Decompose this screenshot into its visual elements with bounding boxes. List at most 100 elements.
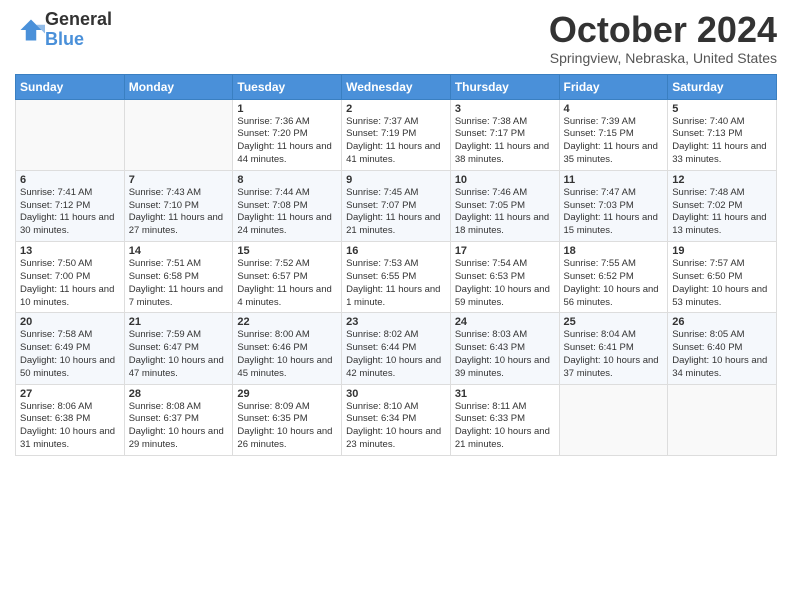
day-number: 9 <box>346 174 446 186</box>
th-thursday: Thursday <box>450 74 559 99</box>
day-number: 16 <box>346 245 446 257</box>
day-number: 15 <box>237 245 337 257</box>
day-info: Sunrise: 8:05 AMSunset: 6:40 PMDaylight:… <box>672 329 772 380</box>
calendar-day-cell: 28 Sunrise: 8:08 AMSunset: 6:37 PMDaylig… <box>124 384 233 455</box>
day-info: Sunrise: 7:57 AMSunset: 6:50 PMDaylight:… <box>672 258 772 309</box>
calendar-day-cell: 22 Sunrise: 8:00 AMSunset: 6:46 PMDaylig… <box>233 313 342 384</box>
day-info: Sunrise: 7:40 AMSunset: 7:13 PMDaylight:… <box>672 116 772 167</box>
calendar-day-cell: 27 Sunrise: 8:06 AMSunset: 6:38 PMDaylig… <box>16 384 125 455</box>
th-monday: Monday <box>124 74 233 99</box>
day-number: 25 <box>564 316 664 328</box>
calendar-day-cell <box>559 384 668 455</box>
calendar-day-cell: 29 Sunrise: 8:09 AMSunset: 6:35 PMDaylig… <box>233 384 342 455</box>
day-info: Sunrise: 8:03 AMSunset: 6:43 PMDaylight:… <box>455 329 555 380</box>
day-number: 19 <box>672 245 772 257</box>
day-info: Sunrise: 7:45 AMSunset: 7:07 PMDaylight:… <box>346 187 446 238</box>
th-wednesday: Wednesday <box>342 74 451 99</box>
calendar-day-cell <box>16 99 125 170</box>
calendar-week-row: 27 Sunrise: 8:06 AMSunset: 6:38 PMDaylig… <box>16 384 777 455</box>
header: General Blue October 2024 Springview, Ne… <box>15 10 777 66</box>
calendar-day-cell: 16 Sunrise: 7:53 AMSunset: 6:55 PMDaylig… <box>342 242 451 313</box>
month-title: October 2024 <box>549 10 777 50</box>
day-number: 28 <box>129 388 229 400</box>
day-info: Sunrise: 8:09 AMSunset: 6:35 PMDaylight:… <box>237 401 337 452</box>
calendar-day-cell: 12 Sunrise: 7:48 AMSunset: 7:02 PMDaylig… <box>668 170 777 241</box>
day-info: Sunrise: 8:08 AMSunset: 6:37 PMDaylight:… <box>129 401 229 452</box>
day-info: Sunrise: 8:10 AMSunset: 6:34 PMDaylight:… <box>346 401 446 452</box>
calendar-day-cell: 23 Sunrise: 8:02 AMSunset: 6:44 PMDaylig… <box>342 313 451 384</box>
day-info: Sunrise: 7:53 AMSunset: 6:55 PMDaylight:… <box>346 258 446 309</box>
day-info: Sunrise: 7:55 AMSunset: 6:52 PMDaylight:… <box>564 258 664 309</box>
logo-general-text: General <box>45 9 112 29</box>
day-number: 11 <box>564 174 664 186</box>
day-number: 24 <box>455 316 555 328</box>
calendar-week-row: 20 Sunrise: 7:58 AMSunset: 6:49 PMDaylig… <box>16 313 777 384</box>
day-info: Sunrise: 8:06 AMSunset: 6:38 PMDaylight:… <box>20 401 120 452</box>
logo-icon <box>17 16 45 44</box>
calendar-day-cell: 18 Sunrise: 7:55 AMSunset: 6:52 PMDaylig… <box>559 242 668 313</box>
day-number: 13 <box>20 245 120 257</box>
day-info: Sunrise: 7:48 AMSunset: 7:02 PMDaylight:… <box>672 187 772 238</box>
calendar-day-cell: 31 Sunrise: 8:11 AMSunset: 6:33 PMDaylig… <box>450 384 559 455</box>
day-number: 27 <box>20 388 120 400</box>
day-number: 14 <box>129 245 229 257</box>
calendar-day-cell: 5 Sunrise: 7:40 AMSunset: 7:13 PMDayligh… <box>668 99 777 170</box>
calendar-header: Sunday Monday Tuesday Wednesday Thursday… <box>16 74 777 99</box>
logo: General Blue <box>15 10 112 50</box>
calendar-day-cell: 13 Sunrise: 7:50 AMSunset: 7:00 PMDaylig… <box>16 242 125 313</box>
calendar-day-cell: 3 Sunrise: 7:38 AMSunset: 7:17 PMDayligh… <box>450 99 559 170</box>
day-number: 30 <box>346 388 446 400</box>
calendar-table: Sunday Monday Tuesday Wednesday Thursday… <box>15 74 777 456</box>
day-number: 3 <box>455 103 555 115</box>
location: Springview, Nebraska, United States <box>549 50 777 66</box>
day-number: 18 <box>564 245 664 257</box>
logo-blue-text: Blue <box>45 29 84 49</box>
th-friday: Friday <box>559 74 668 99</box>
th-sunday: Sunday <box>16 74 125 99</box>
calendar-week-row: 1 Sunrise: 7:36 AMSunset: 7:20 PMDayligh… <box>16 99 777 170</box>
day-number: 8 <box>237 174 337 186</box>
calendar-day-cell: 11 Sunrise: 7:47 AMSunset: 7:03 PMDaylig… <box>559 170 668 241</box>
day-info: Sunrise: 7:36 AMSunset: 7:20 PMDaylight:… <box>237 116 337 167</box>
calendar-day-cell: 14 Sunrise: 7:51 AMSunset: 6:58 PMDaylig… <box>124 242 233 313</box>
day-number: 2 <box>346 103 446 115</box>
calendar-day-cell <box>124 99 233 170</box>
day-info: Sunrise: 7:50 AMSunset: 7:00 PMDaylight:… <box>20 258 120 309</box>
day-number: 31 <box>455 388 555 400</box>
day-info: Sunrise: 7:41 AMSunset: 7:12 PMDaylight:… <box>20 187 120 238</box>
day-info: Sunrise: 7:39 AMSunset: 7:15 PMDaylight:… <box>564 116 664 167</box>
day-info: Sunrise: 7:43 AMSunset: 7:10 PMDaylight:… <box>129 187 229 238</box>
calendar-week-row: 6 Sunrise: 7:41 AMSunset: 7:12 PMDayligh… <box>16 170 777 241</box>
day-number: 5 <box>672 103 772 115</box>
calendar-week-row: 13 Sunrise: 7:50 AMSunset: 7:00 PMDaylig… <box>16 242 777 313</box>
day-info: Sunrise: 8:04 AMSunset: 6:41 PMDaylight:… <box>564 329 664 380</box>
day-info: Sunrise: 7:38 AMSunset: 7:17 PMDaylight:… <box>455 116 555 167</box>
day-info: Sunrise: 7:59 AMSunset: 6:47 PMDaylight:… <box>129 329 229 380</box>
calendar-day-cell <box>668 384 777 455</box>
calendar-day-cell: 9 Sunrise: 7:45 AMSunset: 7:07 PMDayligh… <box>342 170 451 241</box>
page: General Blue October 2024 Springview, Ne… <box>0 0 792 612</box>
day-info: Sunrise: 7:58 AMSunset: 6:49 PMDaylight:… <box>20 329 120 380</box>
th-saturday: Saturday <box>668 74 777 99</box>
day-info: Sunrise: 7:44 AMSunset: 7:08 PMDaylight:… <box>237 187 337 238</box>
calendar-day-cell: 20 Sunrise: 7:58 AMSunset: 6:49 PMDaylig… <box>16 313 125 384</box>
day-header-row: Sunday Monday Tuesday Wednesday Thursday… <box>16 74 777 99</box>
calendar-day-cell: 24 Sunrise: 8:03 AMSunset: 6:43 PMDaylig… <box>450 313 559 384</box>
day-info: Sunrise: 7:37 AMSunset: 7:19 PMDaylight:… <box>346 116 446 167</box>
day-number: 7 <box>129 174 229 186</box>
day-info: Sunrise: 8:11 AMSunset: 6:33 PMDaylight:… <box>455 401 555 452</box>
day-number: 21 <box>129 316 229 328</box>
calendar-day-cell: 21 Sunrise: 7:59 AMSunset: 6:47 PMDaylig… <box>124 313 233 384</box>
day-info: Sunrise: 8:02 AMSunset: 6:44 PMDaylight:… <box>346 329 446 380</box>
day-number: 6 <box>20 174 120 186</box>
calendar-day-cell: 25 Sunrise: 8:04 AMSunset: 6:41 PMDaylig… <box>559 313 668 384</box>
calendar-day-cell: 30 Sunrise: 8:10 AMSunset: 6:34 PMDaylig… <box>342 384 451 455</box>
day-info: Sunrise: 8:00 AMSunset: 6:46 PMDaylight:… <box>237 329 337 380</box>
calendar-body: 1 Sunrise: 7:36 AMSunset: 7:20 PMDayligh… <box>16 99 777 455</box>
day-number: 12 <box>672 174 772 186</box>
day-number: 10 <box>455 174 555 186</box>
calendar-day-cell: 4 Sunrise: 7:39 AMSunset: 7:15 PMDayligh… <box>559 99 668 170</box>
day-number: 1 <box>237 103 337 115</box>
day-info: Sunrise: 7:46 AMSunset: 7:05 PMDaylight:… <box>455 187 555 238</box>
calendar-day-cell: 1 Sunrise: 7:36 AMSunset: 7:20 PMDayligh… <box>233 99 342 170</box>
